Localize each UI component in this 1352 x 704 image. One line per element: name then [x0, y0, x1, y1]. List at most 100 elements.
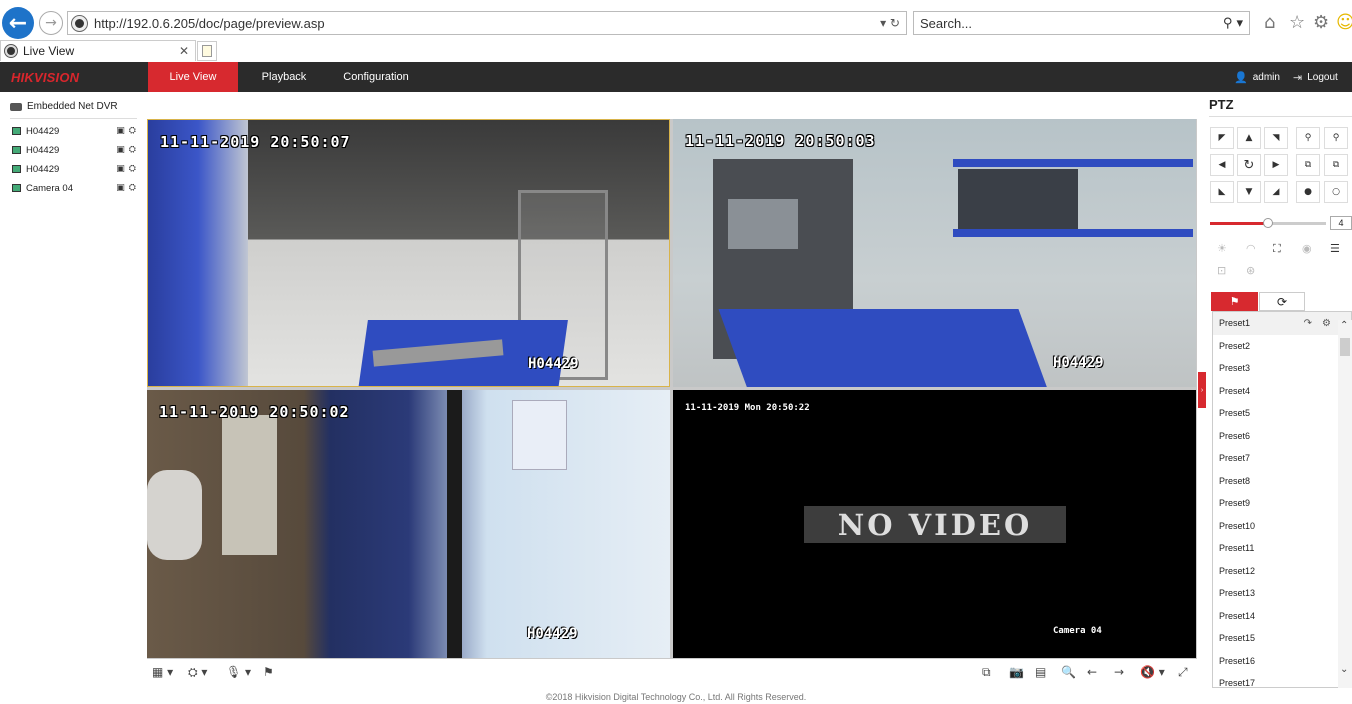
ptz-icon[interactable]: ⛭ — [129, 164, 136, 174]
fullscreen-icon[interactable]: ⤢ — [1178, 665, 1188, 680]
layout-icon[interactable]: ▦ ▾ — [152, 665, 173, 679]
ptz-right-button[interactable]: ▶ — [1264, 154, 1288, 176]
preset-item[interactable]: Preset9 — [1213, 492, 1351, 515]
new-tab-button[interactable] — [197, 41, 217, 61]
preset-item[interactable]: Preset10 — [1213, 515, 1351, 538]
iris-open-button[interactable]: ○ — [1324, 181, 1348, 203]
stop-all-icon[interactable]: ⧉ — [982, 665, 991, 680]
ptz-down-left-button[interactable]: ◣ — [1210, 181, 1234, 203]
preset-item[interactable]: Preset17 — [1213, 672, 1351, 687]
ptz-icon[interactable]: ⛭ — [129, 126, 136, 136]
lens-init-icon[interactable]: ◉ — [1302, 242, 1312, 255]
address-bar[interactable]: http://192.0.6.205/doc/page/preview.asp … — [67, 11, 907, 35]
manual-track-icon[interactable]: ⊡ — [1217, 264, 1226, 277]
url-text: http://192.0.6.205/doc/page/preview.asp — [94, 15, 325, 31]
home-icon[interactable]: ⌂ — [1264, 12, 1275, 33]
3d-zoom-icon[interactable]: ⊛ — [1246, 264, 1255, 277]
wiper-icon[interactable]: ◠ — [1246, 242, 1256, 255]
audio-icon[interactable]: 🔇 ▾ — [1140, 665, 1165, 679]
refresh-icon[interactable]: ▾ ↻ — [880, 16, 900, 30]
next-page-icon[interactable]: → — [1114, 665, 1124, 679]
camera-item[interactable]: H04429 ▣ ⛭ — [12, 161, 136, 177]
star-icon[interactable]: ☆ — [1289, 12, 1305, 33]
record-icon[interactable]: ▣ — [116, 164, 125, 174]
focus-far-button[interactable]: ⧉ — [1324, 154, 1348, 176]
camera-item[interactable]: H04429 ▣ ⛭ — [12, 123, 136, 139]
menu-icon[interactable]: ☰ — [1330, 242, 1340, 255]
video-tile[interactable]: 11-11-2019 20:50:03 H04429 — [673, 119, 1196, 387]
preset-item[interactable]: Preset7 — [1213, 447, 1351, 470]
video-tile[interactable]: 11-11-2019 20:50:02 H04429 — [147, 390, 670, 658]
preset-item[interactable]: Preset16 — [1213, 650, 1351, 673]
back-button[interactable]: ← — [2, 7, 34, 39]
scrollbar-thumb[interactable] — [1340, 338, 1350, 356]
menu-live-view[interactable]: Live View — [148, 62, 238, 92]
ptz-icon[interactable]: ⛭ — [129, 183, 136, 193]
stream-icon[interactable]: ⚑ — [263, 665, 274, 679]
browser-tab[interactable]: Live View ✕ — [0, 40, 196, 61]
logout-button[interactable]: ⇥ Logout — [1293, 62, 1338, 92]
scroll-up-icon[interactable]: ⌃ — [1340, 320, 1348, 331]
preset-item[interactable]: Preset4 — [1213, 380, 1351, 403]
preset-item[interactable]: Preset1 ↷ ⚙ — [1213, 312, 1351, 335]
preset-item[interactable]: Preset11 — [1213, 537, 1351, 560]
ptz-control-icon[interactable]: ⛭ ▾ — [188, 665, 207, 680]
light-icon[interactable]: ☀ — [1217, 242, 1227, 255]
tab-preset[interactable]: ⚑ — [1211, 292, 1258, 311]
preset-scrollbar[interactable] — [1338, 320, 1352, 688]
camera-name-osd: H04429 — [1053, 355, 1104, 371]
user-menu[interactable]: 👤 admin — [1234, 62, 1280, 92]
camera-item[interactable]: Camera 04 ▣ ⛭ — [12, 180, 136, 196]
preset-item[interactable]: Preset15 — [1213, 627, 1351, 650]
record-icon[interactable]: ▣ — [116, 183, 125, 193]
speed-slider-track[interactable] — [1268, 222, 1326, 225]
microphone-icon[interactable]: 🎙 ▾ — [226, 665, 251, 679]
menu-configuration[interactable]: Configuration — [332, 62, 420, 92]
collapse-panel-handle[interactable]: › — [1198, 372, 1206, 408]
device-root[interactable]: Embedded Net DVR — [10, 101, 118, 112]
zoom-icon[interactable]: 🔍 — [1061, 665, 1076, 679]
speed-slider-handle[interactable] — [1263, 218, 1273, 228]
preset-item[interactable]: Preset2 — [1213, 335, 1351, 358]
camera-item[interactable]: H04429 ▣ ⛭ — [12, 142, 136, 158]
preset-item[interactable]: Preset14 — [1213, 605, 1351, 628]
ptz-up-button[interactable]: ▲ — [1237, 127, 1261, 149]
zoom-in-button[interactable]: ⚲ — [1324, 127, 1348, 149]
ptz-down-button[interactable]: ▼ — [1237, 181, 1261, 203]
focus-near-button[interactable]: ⧉ — [1296, 154, 1320, 176]
tab-patrol[interactable]: ⟳ — [1259, 292, 1305, 311]
ptz-left-button[interactable]: ◀ — [1210, 154, 1234, 176]
focus-assist-icon[interactable]: ⛶ — [1273, 242, 1281, 256]
call-preset-icon[interactable]: ↷ — [1304, 318, 1312, 329]
ptz-up-left-button[interactable]: ◤ — [1210, 127, 1234, 149]
capture-icon[interactable]: 📷 — [1009, 665, 1024, 679]
video-tile[interactable]: 11-11-2019 20:50:07 H04429 — [147, 119, 670, 387]
record-clip-icon[interactable]: ▤ — [1035, 665, 1046, 679]
ptz-auto-button[interactable]: ↻ — [1237, 154, 1261, 176]
forward-button[interactable]: → — [39, 11, 63, 35]
prev-page-icon[interactable]: ← — [1087, 665, 1097, 679]
zoom-out-button[interactable]: ⚲ — [1296, 127, 1320, 149]
ptz-down-right-button[interactable]: ◢ — [1264, 181, 1288, 203]
iris-close-button[interactable]: ● — [1296, 181, 1320, 203]
scroll-down-icon[interactable]: ⌄ — [1340, 664, 1348, 675]
preset-item[interactable]: Preset12 — [1213, 560, 1351, 583]
record-icon[interactable]: ▣ — [116, 126, 125, 136]
close-tab-icon[interactable]: ✕ — [179, 44, 189, 58]
ptz-icon[interactable]: ⛭ — [129, 145, 136, 155]
gear-icon[interactable]: ⚙ — [1313, 12, 1329, 33]
search-icon[interactable]: ⚲ ▾ — [1223, 16, 1243, 31]
preset-item[interactable]: Preset6 — [1213, 425, 1351, 448]
search-input[interactable]: Search... ⚲ ▾ — [913, 11, 1250, 35]
set-preset-icon[interactable]: ⚙ — [1322, 318, 1331, 329]
preset-item[interactable]: Preset5 — [1213, 402, 1351, 425]
preset-item[interactable]: Preset8 — [1213, 470, 1351, 493]
record-icon[interactable]: ▣ — [116, 145, 125, 155]
preset-item[interactable]: Preset13 — [1213, 582, 1351, 605]
preset-item[interactable]: Preset3 — [1213, 357, 1351, 380]
ptz-up-right-button[interactable]: ◥ — [1264, 127, 1288, 149]
menu-playback[interactable]: Playback — [246, 62, 322, 92]
smiley-icon[interactable]: ☺ — [1336, 12, 1352, 33]
wall-shape — [148, 120, 248, 386]
video-tile[interactable]: 11-11-2019 Mon 20:50:22 NO VIDEO Camera … — [673, 390, 1196, 658]
